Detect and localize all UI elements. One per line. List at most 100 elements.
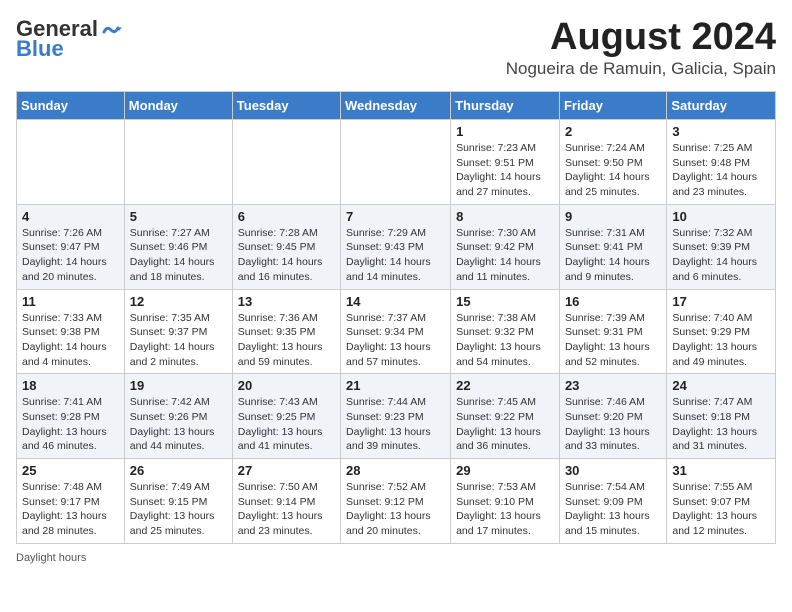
day-detail: Sunrise: 7:48 AM Sunset: 9:17 PM Dayligh… [22,480,119,539]
calendar-cell: 3Sunrise: 7:25 AM Sunset: 9:48 PM Daylig… [667,120,776,205]
day-number: 13 [238,294,335,309]
day-number: 23 [565,378,661,393]
logo: General Blue [16,16,122,60]
day-detail: Sunrise: 7:52 AM Sunset: 9:12 PM Dayligh… [346,480,445,539]
calendar-cell: 10Sunrise: 7:32 AM Sunset: 9:39 PM Dayli… [667,204,776,289]
day-detail: Sunrise: 7:27 AM Sunset: 9:46 PM Dayligh… [130,226,227,285]
day-detail: Sunrise: 7:36 AM Sunset: 9:35 PM Dayligh… [238,311,335,370]
col-monday: Monday [124,92,232,120]
calendar-cell: 1 Sunrise: 7:23 AM Sunset: 9:51 PM Daylig… [451,120,560,205]
day-number: 20 [238,378,335,393]
logo-blue: Blue [16,38,64,60]
calendar-cell: 26 Sunrise: 7:49 AM Sunset: 9:15 PM Dayli… [124,459,232,544]
day-detail: Sunrise: 7:28 AM Sunset: 9:45 PM Dayligh… [238,226,335,285]
day-detail: Sunrise: 7:44 AM Sunset: 9:23 PM Dayligh… [346,395,445,454]
day-number: 2 [565,124,661,139]
day-detail: Sunrise: 7:53 AM Sunset: 9:10 PM Dayligh… [456,480,554,539]
day-number: 29 [456,463,554,478]
calendar-week-1: 1 Sunrise: 7:23 AM Sunset: 9:51 PM Daylig… [17,120,776,205]
day-number: 24 [672,378,770,393]
day-detail: Sunrise: 7:39 AM Sunset: 9:31 PM Dayligh… [565,311,661,370]
day-number: 30 [565,463,661,478]
calendar-cell: 30Sunrise: 7:54 AM Sunset: 9:09 PM Dayli… [559,459,666,544]
calendar-cell [17,120,125,205]
calendar-cell: 28 Sunrise: 7:52 AM Sunset: 9:12 PM Dayli… [341,459,451,544]
day-number: 7 [346,209,445,224]
header: General Blue August 2024 Nogueira de Ram… [16,16,776,79]
day-detail: Sunrise: 7:30 AM Sunset: 9:42 PM Dayligh… [456,226,554,285]
calendar-cell: 21Sunrise: 7:44 AM Sunset: 9:23 PM Dayli… [341,374,451,459]
day-number: 28 [346,463,445,478]
page-title: August 2024 [506,16,776,59]
calendar-cell: 31 Sunrise: 7:55 AM Sunset: 9:07 PM Dayli… [667,459,776,544]
calendar-cell: 22Sunrise: 7:45 AM Sunset: 9:22 PM Dayli… [451,374,560,459]
day-detail: Sunrise: 7:24 AM Sunset: 9:50 PM Dayligh… [565,141,661,200]
calendar-cell: 13 Sunrise: 7:36 AM Sunset: 9:35 PM Dayli… [232,289,340,374]
day-detail: Sunrise: 7:37 AM Sunset: 9:34 PM Dayligh… [346,311,445,370]
calendar-cell: 23 Sunrise: 7:46 AM Sunset: 9:20 PM Dayli… [559,374,666,459]
col-wednesday: Wednesday [341,92,451,120]
calendar-week-4: 18 Sunrise: 7:41 AM Sunset: 9:28 PM Dayli… [17,374,776,459]
day-detail: Sunrise: 7:29 AM Sunset: 9:43 PM Dayligh… [346,226,445,285]
calendar-table: Sunday Monday Tuesday Wednesday Thursday… [16,91,776,544]
calendar-cell: 5 Sunrise: 7:27 AM Sunset: 9:46 PM Daylig… [124,204,232,289]
calendar-cell: 11 Sunrise: 7:33 AM Sunset: 9:38 PM Dayli… [17,289,125,374]
calendar-cell: 20 Sunrise: 7:43 AM Sunset: 9:25 PM Dayli… [232,374,340,459]
calendar-cell: 16 Sunrise: 7:39 AM Sunset: 9:31 PM Dayli… [559,289,666,374]
day-detail: Sunrise: 7:43 AM Sunset: 9:25 PM Dayligh… [238,395,335,454]
day-detail: Sunrise: 7:50 AM Sunset: 9:14 PM Dayligh… [238,480,335,539]
day-detail: Sunrise: 7:26 AM Sunset: 9:47 PM Dayligh… [22,226,119,285]
calendar-cell: 15 Sunrise: 7:38 AM Sunset: 9:32 PM Dayli… [451,289,560,374]
calendar-cell: 8Sunrise: 7:30 AM Sunset: 9:42 PM Daylig… [451,204,560,289]
day-detail: Sunrise: 7:41 AM Sunset: 9:28 PM Dayligh… [22,395,119,454]
day-number: 27 [238,463,335,478]
calendar-cell [124,120,232,205]
page-subtitle: Nogueira de Ramuin, Galicia, Spain [506,59,776,79]
title-area: August 2024 Nogueira de Ramuin, Galicia,… [506,16,776,79]
day-number: 18 [22,378,119,393]
day-number: 15 [456,294,554,309]
daylight-label: Daylight hours [16,552,86,564]
col-sunday: Sunday [17,92,125,120]
calendar-week-2: 4 Sunrise: 7:26 AM Sunset: 9:47 PM Daylig… [17,204,776,289]
day-number: 4 [22,209,119,224]
day-number: 17 [672,294,770,309]
calendar-week-3: 11 Sunrise: 7:33 AM Sunset: 9:38 PM Dayli… [17,289,776,374]
day-number: 11 [22,294,119,309]
col-thursday: Thursday [451,92,560,120]
day-number: 9 [565,209,661,224]
day-detail: Sunrise: 7:38 AM Sunset: 9:32 PM Dayligh… [456,311,554,370]
calendar-cell [341,120,451,205]
day-detail: Sunrise: 7:55 AM Sunset: 9:07 PM Dayligh… [672,480,770,539]
calendar-cell: 29 Sunrise: 7:53 AM Sunset: 9:10 PM Dayli… [451,459,560,544]
day-number: 3 [672,124,770,139]
day-number: 6 [238,209,335,224]
day-detail: Sunrise: 7:35 AM Sunset: 9:37 PM Dayligh… [130,311,227,370]
day-detail: Sunrise: 7:46 AM Sunset: 9:20 PM Dayligh… [565,395,661,454]
day-detail: Sunrise: 7:33 AM Sunset: 9:38 PM Dayligh… [22,311,119,370]
day-number: 16 [565,294,661,309]
day-detail: Sunrise: 7:45 AM Sunset: 9:22 PM Dayligh… [456,395,554,454]
calendar-cell: 14 Sunrise: 7:37 AM Sunset: 9:34 PM Dayli… [341,289,451,374]
day-detail: Sunrise: 7:40 AM Sunset: 9:29 PM Dayligh… [672,311,770,370]
day-number: 1 [456,124,554,139]
calendar-cell: 24 Sunrise: 7:47 AM Sunset: 9:18 PM Dayli… [667,374,776,459]
day-detail: Sunrise: 7:42 AM Sunset: 9:26 PM Dayligh… [130,395,227,454]
calendar-header-row: Sunday Monday Tuesday Wednesday Thursday… [17,92,776,120]
day-number: 14 [346,294,445,309]
calendar-cell: 19 Sunrise: 7:42 AM Sunset: 9:26 PM Dayli… [124,374,232,459]
col-saturday: Saturday [667,92,776,120]
day-number: 26 [130,463,227,478]
day-number: 31 [672,463,770,478]
day-detail: Sunrise: 7:47 AM Sunset: 9:18 PM Dayligh… [672,395,770,454]
day-detail: Sunrise: 7:49 AM Sunset: 9:15 PM Dayligh… [130,480,227,539]
calendar-cell: 2 Sunrise: 7:24 AM Sunset: 9:50 PM Daylig… [559,120,666,205]
calendar-cell: 12Sunrise: 7:35 AM Sunset: 9:37 PM Dayli… [124,289,232,374]
day-number: 19 [130,378,227,393]
day-number: 5 [130,209,227,224]
footer: Daylight hours [16,552,776,564]
logo-wave-icon [100,18,122,40]
day-number: 10 [672,209,770,224]
day-detail: Sunrise: 7:23 AM Sunset: 9:51 PM Dayligh… [456,141,554,200]
day-number: 25 [22,463,119,478]
